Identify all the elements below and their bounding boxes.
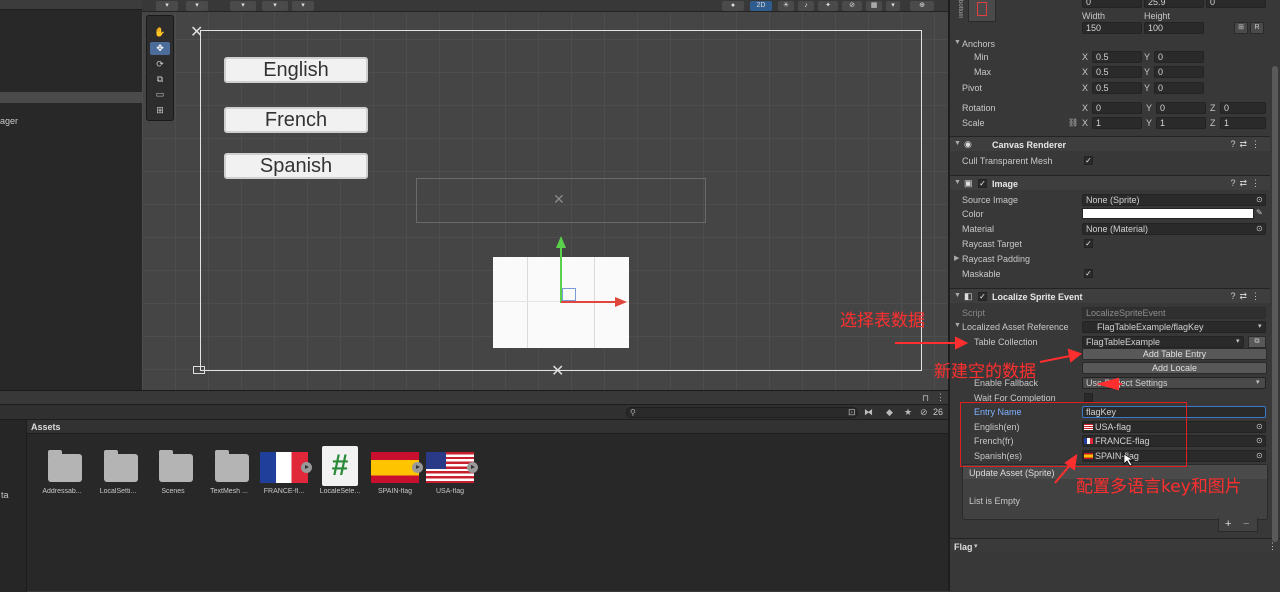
arrow-line <box>1039 355 1071 363</box>
arrow-head-icon <box>1067 348 1083 363</box>
arrow-head-icon <box>955 336 969 350</box>
arrow-line <box>1054 464 1071 484</box>
arrow-head-icon <box>1096 377 1119 391</box>
annotation-arrows <box>895 336 1135 484</box>
mouse-cursor-icon <box>1123 453 1135 467</box>
